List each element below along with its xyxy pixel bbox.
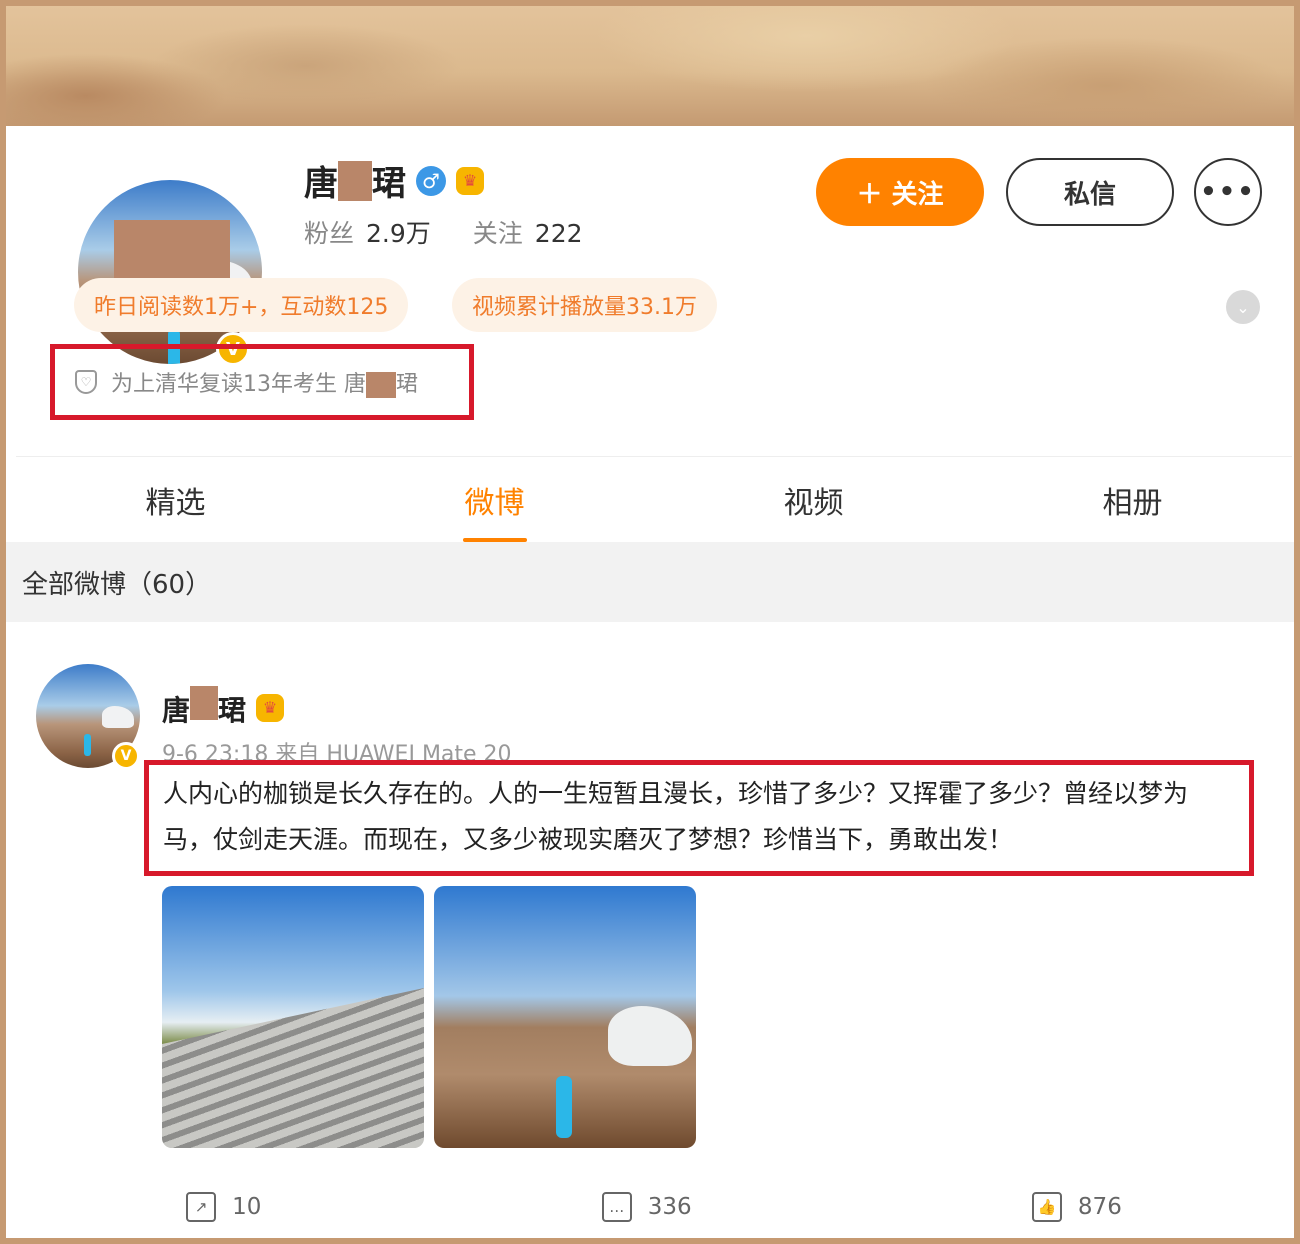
post-actions: ↗ 10 … 336 👍 876 bbox=[16, 1182, 1292, 1232]
like-button[interactable]: 👍 876 bbox=[1031, 1192, 1122, 1222]
name-redaction bbox=[338, 160, 372, 201]
repost-icon: ↗ bbox=[186, 1192, 217, 1222]
more-options-button[interactable]: ••• bbox=[1194, 158, 1262, 226]
tab-album[interactable]: 相册 bbox=[973, 457, 1292, 542]
post-verified-icon: V bbox=[112, 742, 140, 770]
thumbs-up-icon: 👍 bbox=[1031, 1192, 1062, 1222]
all-posts-header: 全部微博（60） bbox=[6, 542, 1294, 622]
post-name-redaction bbox=[190, 686, 219, 720]
post-image-mountain[interactable] bbox=[434, 886, 696, 1148]
fans-stat[interactable]: 粉丝 2.9万 bbox=[304, 214, 431, 250]
weibo-profile-page: V 唐珺 ♂ ♛ 粉丝 2.9万 关注 222 ＋ 关注 私信 ••• 昨日阅读数1… bbox=[0, 0, 1300, 1244]
tab-video[interactable]: 视频 bbox=[654, 457, 973, 542]
following-stat[interactable]: 关注 222 bbox=[473, 214, 583, 250]
profile-stats: 粉丝 2.9万 关注 222 bbox=[304, 214, 583, 250]
post-text: 人内心的枷锁是长久存在的。人的一生短暂且漫长，珍惜了多少？又挥霍了多少？曾经以梦… bbox=[144, 760, 1254, 876]
comment-button[interactable]: … 336 bbox=[601, 1192, 692, 1222]
profile-name-row: 唐珺 ♂ ♛ bbox=[304, 156, 484, 205]
expand-chevron-icon[interactable]: ⌄ bbox=[1226, 290, 1260, 324]
male-icon: ♂ bbox=[416, 165, 446, 196]
crown-vip-icon[interactable]: ♛ bbox=[456, 166, 484, 195]
description-redaction bbox=[366, 372, 396, 398]
profile-header: V 唐珺 ♂ ♛ 粉丝 2.9万 关注 222 ＋ 关注 私信 ••• 昨日阅读数1… bbox=[16, 126, 1292, 456]
video-stat-tag[interactable]: 视频累计播放量33.1万 bbox=[452, 278, 717, 332]
post-image-road[interactable] bbox=[162, 886, 424, 1148]
tab-featured[interactable]: 精选 bbox=[16, 457, 335, 542]
post-author-name[interactable]: 唐珺 ♛ bbox=[162, 686, 285, 729]
reading-stat-tag[interactable]: 昨日阅读数1万+，互动数125 bbox=[74, 278, 409, 332]
message-button[interactable]: 私信 bbox=[1006, 158, 1174, 226]
profile-banner bbox=[6, 6, 1294, 126]
tab-weibo[interactable]: 微博 bbox=[335, 457, 654, 542]
comment-icon: … bbox=[601, 1192, 632, 1222]
profile-name: 唐珺 bbox=[304, 156, 406, 205]
repost-button[interactable]: ↗ 10 bbox=[186, 1192, 261, 1222]
post-card: V 唐珺 ♛ 9-6 23:18 来自 HUAWEI Mate 20 人内心的枷… bbox=[16, 622, 1292, 1238]
profile-description: ♡ 为上清华复读13年考生 唐珺 bbox=[50, 344, 474, 420]
post-crown-vip-icon: ♛ bbox=[256, 693, 285, 722]
follow-button[interactable]: ＋ 关注 bbox=[816, 158, 984, 226]
profile-tabs: 精选 微博 视频 相册 bbox=[16, 456, 1292, 542]
shield-icon: ♡ bbox=[75, 370, 97, 394]
